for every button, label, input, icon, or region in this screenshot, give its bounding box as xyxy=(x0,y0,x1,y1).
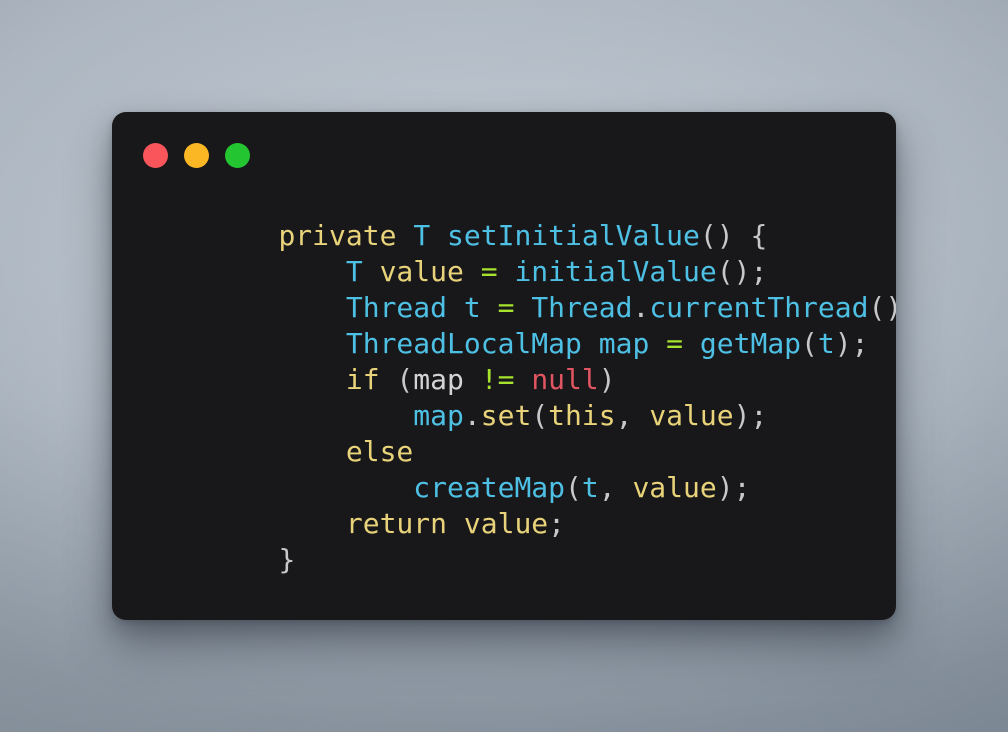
code-token-type: T xyxy=(345,255,363,288)
code-token-type: map xyxy=(598,327,650,360)
code-token-punct: (); xyxy=(868,291,896,324)
code-line: else xyxy=(211,434,884,470)
code-token-punct: } xyxy=(278,543,296,576)
code-token-var: value xyxy=(379,255,464,288)
code-token-var: value xyxy=(463,507,549,540)
code-token-punct: ; xyxy=(548,507,566,540)
code-token-type: Thread xyxy=(345,291,448,324)
window-titlebar xyxy=(143,143,250,168)
code-token-var: this xyxy=(548,399,616,432)
code-token-type: T xyxy=(413,219,431,252)
code-token-type: ThreadLocalMap xyxy=(345,327,582,360)
code-token-op: = xyxy=(666,327,684,360)
code-token-var: set xyxy=(480,399,532,432)
code-token-punct: ( xyxy=(531,399,549,432)
code-token-op: = xyxy=(497,291,515,324)
code-token-fn: createMap xyxy=(413,471,566,504)
code-token-punct: ); xyxy=(834,327,869,360)
code-snippet-card: private T setInitialValue() { T value = … xyxy=(112,112,896,620)
code-line: Thread t = Thread.currentThread(); xyxy=(211,290,896,326)
code-token-fn: getMap xyxy=(699,327,802,360)
code-line: createMap(t, value); xyxy=(211,470,884,506)
code-block[interactable]: private T setInitialValue() { T value = … xyxy=(211,218,896,578)
close-window-button[interactable] xyxy=(143,143,168,168)
code-token-type: t xyxy=(817,327,835,360)
code-line: ThreadLocalMap map = getMap(t); xyxy=(211,326,884,362)
code-token-var: value xyxy=(649,399,734,432)
code-line: T value = initialValue(); xyxy=(211,254,884,290)
code-token-null: null xyxy=(531,363,599,396)
code-token-kw: private xyxy=(278,219,397,252)
code-token-fn: initialValue xyxy=(514,255,717,288)
code-token-punct: (); xyxy=(716,255,768,288)
code-token-kw: return xyxy=(345,507,448,540)
code-token-type: Thread xyxy=(531,291,633,324)
code-token-op: != xyxy=(480,363,515,396)
code-token-type: map xyxy=(413,399,464,432)
code-token-type: t xyxy=(463,291,481,324)
code-token-punct: ); xyxy=(733,399,768,432)
code-token-punct: ( xyxy=(801,327,818,360)
code-token-punct: ( xyxy=(565,471,582,504)
code-line: return value; xyxy=(211,506,884,542)
code-token-punct: , xyxy=(615,399,650,432)
code-token-fn: setInitialValue xyxy=(447,219,700,252)
screenshot-canvas: private T setInitialValue() { T value = … xyxy=(0,0,1008,732)
code-token-op: = xyxy=(480,255,498,288)
code-token-type: t xyxy=(581,471,599,504)
code-token-var: value xyxy=(632,471,717,504)
code-token-punct: . xyxy=(632,291,650,324)
code-area: private T setInitialValue() { T value = … xyxy=(211,218,896,610)
code-token-punct: ) xyxy=(598,363,616,396)
code-token-punct: ( xyxy=(379,363,414,396)
code-line: } xyxy=(211,542,884,578)
code-token-kw: if xyxy=(345,363,380,396)
code-token-plain: map xyxy=(413,363,464,396)
code-line: map.set(this, value); xyxy=(211,398,884,434)
code-token-punct: ); xyxy=(716,471,751,504)
code-token-fn: currentThread xyxy=(649,291,869,324)
code-token-punct: () { xyxy=(699,219,768,252)
code-token-kw: else xyxy=(345,435,414,468)
code-token-punct: , xyxy=(598,471,633,504)
code-line: if (map != null) xyxy=(211,362,884,398)
zoom-window-button[interactable] xyxy=(225,143,250,168)
minimize-window-button[interactable] xyxy=(184,143,209,168)
code-line: private T setInitialValue() { xyxy=(211,218,884,254)
code-token-punct: . xyxy=(463,399,481,432)
